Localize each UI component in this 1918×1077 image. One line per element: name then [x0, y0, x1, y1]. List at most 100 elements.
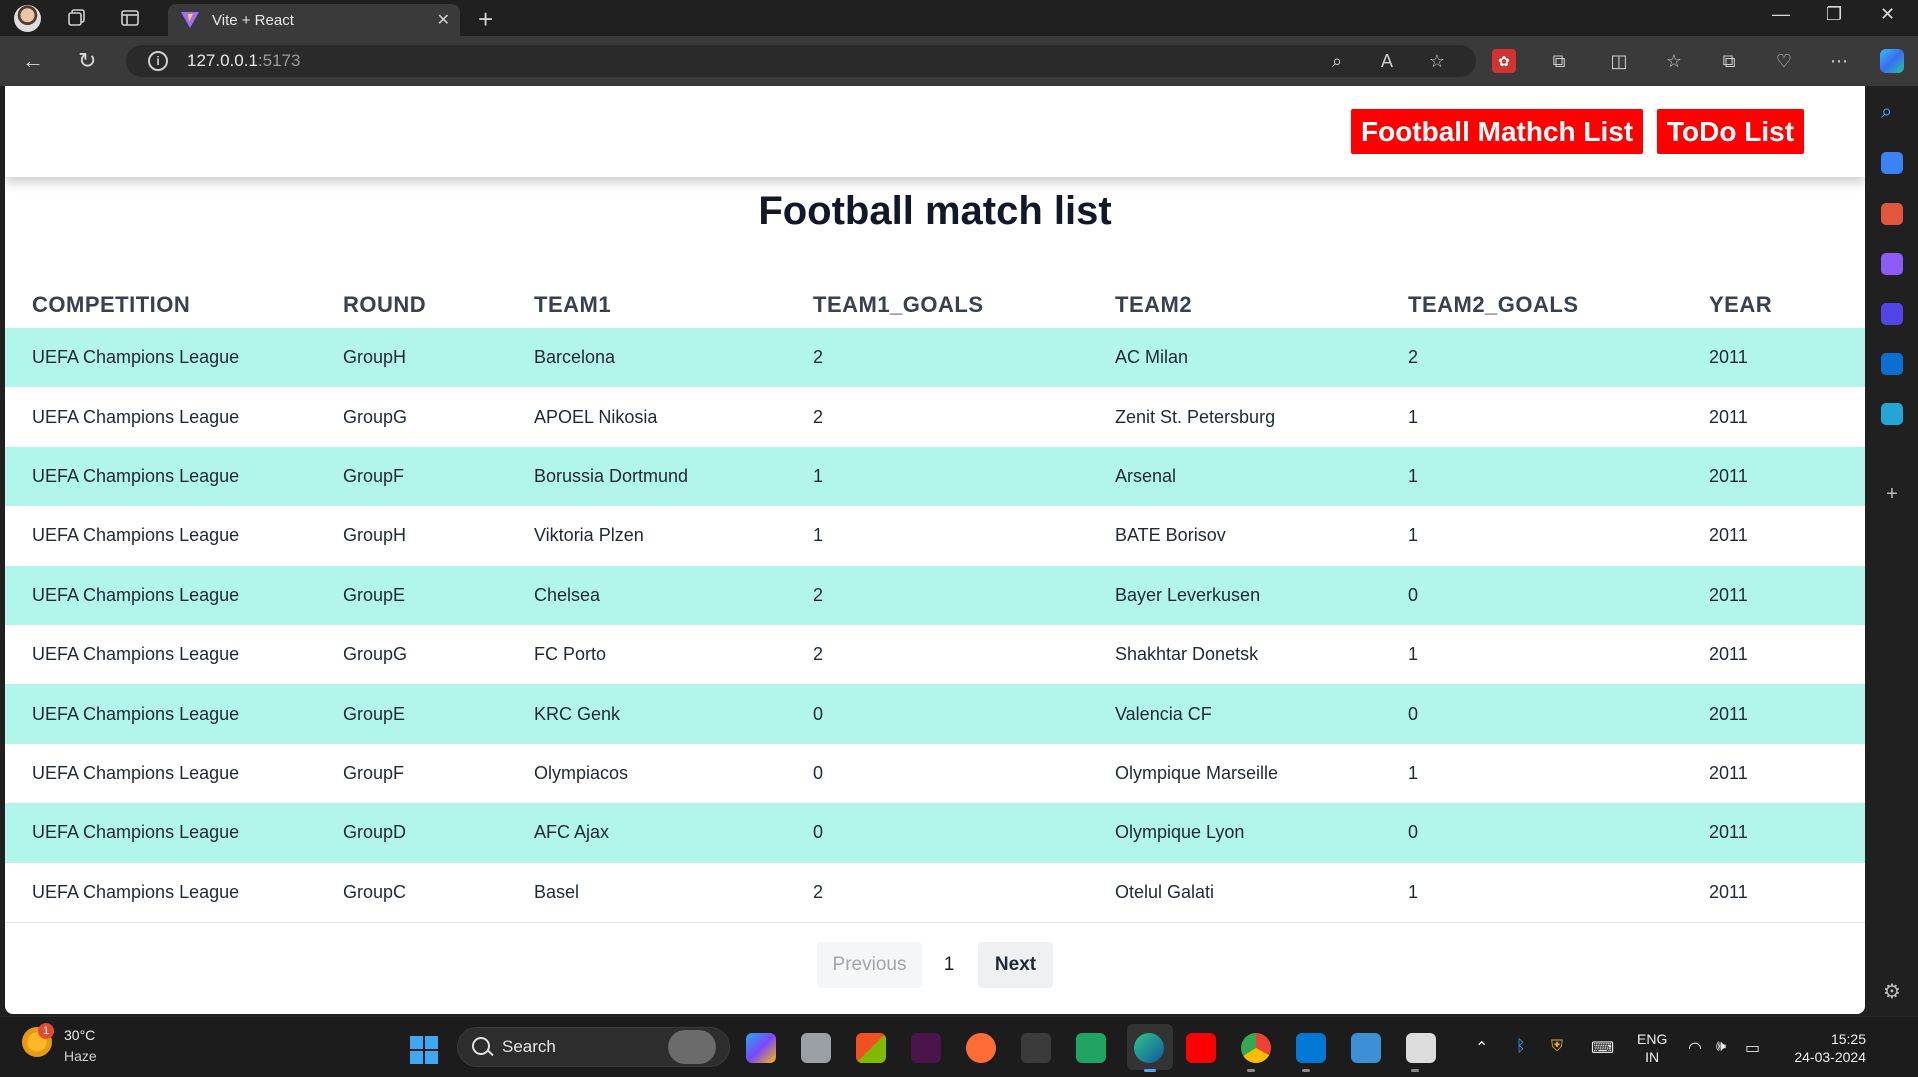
edge-icon[interactable] [1134, 1033, 1164, 1063]
cell-year: 2011 [1709, 465, 1748, 486]
favorite-star-icon[interactable]: ☆ [1425, 49, 1449, 73]
next-page-button[interactable]: Next [978, 942, 1053, 988]
close-window-icon[interactable]: ✕ [1880, 4, 1895, 25]
cell-team2-goals: 1 [1408, 525, 1419, 546]
cell-competition: UEFA Champions League [32, 703, 240, 724]
nav-todo-list[interactable]: ToDo List [1657, 109, 1805, 154]
table-divider [5, 922, 1865, 923]
cell-team2-goals: 0 [1408, 822, 1419, 843]
profile-avatar[interactable] [14, 5, 41, 32]
windows-taskbar [0, 1016, 1918, 1077]
browser-sidebar [1866, 86, 1918, 1016]
weather-temperature[interactable]: 30°C [64, 1027, 95, 1043]
vscode-icon[interactable] [1296, 1033, 1326, 1063]
start-button[interactable] [410, 1036, 438, 1064]
cell-team1-goals: 1 [813, 525, 824, 546]
cell-team1: Olympiacos [534, 762, 629, 783]
cell-team2: Arsenal [1115, 465, 1177, 486]
cell-round: GroupH [343, 525, 407, 546]
cell-team2-goals: 0 [1408, 703, 1419, 724]
cell-round: GroupF [343, 465, 405, 486]
app-h-icon[interactable] [1021, 1033, 1051, 1063]
address-field[interactable] [126, 45, 1476, 77]
cell-team2-goals: 2 [1408, 347, 1419, 368]
cell-team2: BATE Borisov [1115, 525, 1226, 546]
cell-year: 2011 [1709, 822, 1748, 843]
browser-essentials-icon[interactable]: ♡ [1772, 49, 1796, 73]
cell-year: 2011 [1709, 703, 1748, 724]
sidebar-games-icon[interactable] [1881, 253, 1903, 275]
match-table: COMPETITION ROUND TEAM1 TEAM1_GOALS TEAM… [5, 278, 1865, 922]
task-view-icon[interactable] [801, 1033, 831, 1063]
keyboard-icon[interactable]: ⌨ [1591, 1038, 1614, 1058]
sidebar-drop-icon[interactable] [1881, 403, 1903, 425]
previous-page-button[interactable]: Previous [817, 942, 922, 988]
sidebar-settings-icon[interactable]: ⚙ [1881, 979, 1903, 1003]
top-navbar: Football Mathch List ToDo List [5, 86, 1865, 177]
chrome-icon[interactable] [1241, 1033, 1271, 1063]
workspaces-icon[interactable] [65, 6, 89, 30]
browser-tab-active[interactable]: Vite + React ✕ [168, 4, 460, 36]
cell-team1-goals: 2 [813, 406, 824, 427]
copilot-icon[interactable] [1880, 49, 1904, 73]
postman-icon[interactable] [966, 1033, 996, 1063]
bluetooth-icon[interactable]: ᛒ [1516, 1038, 1526, 1056]
sidebar-tools-icon[interactable] [1881, 203, 1903, 225]
cell-competition: UEFA Champions League [32, 881, 240, 902]
cell-competition: UEFA Champions League [32, 822, 240, 843]
current-page-number[interactable]: 1 [939, 942, 959, 988]
cell-team2-goals: 0 [1408, 584, 1419, 605]
collections-icon[interactable]: ⧉ [1717, 49, 1741, 73]
close-tab-icon[interactable]: ✕ [437, 10, 450, 30]
sidebar-outlook-icon[interactable] [1881, 353, 1903, 375]
copilot-app-icon[interactable] [746, 1033, 776, 1063]
zoom-icon[interactable]: ⌕ [1325, 49, 1349, 73]
weather-description[interactable]: Haze [64, 1048, 97, 1064]
site-info-icon[interactable]: i [148, 51, 168, 71]
read-aloud-icon[interactable]: A [1375, 49, 1399, 73]
store-icon[interactable] [856, 1033, 886, 1063]
tray-overflow-icon[interactable]: ⌃ [1475, 1038, 1488, 1058]
vue-app-icon[interactable] [1076, 1033, 1106, 1063]
minimize-icon[interactable]: — [1772, 4, 1790, 25]
cell-team1-goals: 0 [813, 822, 824, 843]
more-menu-icon[interactable]: ⋯ [1827, 49, 1851, 73]
back-icon[interactable]: ← [22, 48, 44, 74]
cell-competition: UEFA Champions League [32, 347, 240, 368]
nav-football-match-list[interactable]: Football Mathch List [1351, 109, 1644, 154]
sidebar-add-icon[interactable]: + [1881, 483, 1903, 505]
cell-competition: UEFA Champions League [32, 465, 240, 486]
restore-icon[interactable]: ❐ [1826, 4, 1842, 25]
language-indicator[interactable]: ENG IN [1637, 1030, 1667, 1066]
extension-icon[interactable]: ✿ [1492, 49, 1516, 73]
cell-round: GroupG [343, 406, 408, 427]
cell-year: 2011 [1709, 525, 1748, 546]
cell-team1: FC Porto [534, 644, 607, 665]
new-tab-icon[interactable]: + [478, 4, 493, 35]
split-screen-icon[interactable]: ◫ [1607, 49, 1631, 73]
tab-actions-icon[interactable] [118, 6, 142, 30]
snipping-tool-icon[interactable] [1406, 1033, 1436, 1063]
wifi-icon[interactable]: ◠ [1688, 1038, 1702, 1058]
volume-icon[interactable]: 🕪 [1716, 1038, 1726, 1056]
weather-badge: 1 [38, 1023, 54, 1039]
sidebar-shopping-icon[interactable] [1881, 152, 1903, 174]
cell-team2: Olympique Marseille [1115, 762, 1279, 783]
cell-team1: Barcelona [534, 347, 616, 368]
url-text[interactable]: 127.0.0.1:5173 [187, 51, 300, 71]
sidebar-search-icon[interactable]: ⌕ [1881, 101, 1903, 123]
youtube-icon[interactable] [1186, 1033, 1216, 1063]
cell-team2: Valencia CF [1115, 703, 1212, 724]
favorites-icon[interactable]: ☆ [1662, 49, 1686, 73]
photos-icon[interactable] [1351, 1033, 1381, 1063]
cell-team1-goals: 2 [813, 644, 824, 665]
extensions-icon[interactable]: ⧉ [1547, 49, 1571, 73]
security-icon[interactable]: ⛨ [1551, 1038, 1563, 1056]
slack-icon[interactable] [911, 1033, 941, 1063]
table-row: UEFA Champions League GroupF Olympiacos 0 Ol… [5, 743, 1865, 804]
system-clock[interactable]: 15:25 24-03-2024 [1786, 1030, 1866, 1066]
battery-icon[interactable]: ▭ [1745, 1038, 1760, 1058]
sidebar-copilot-icon[interactable] [1881, 303, 1903, 325]
cell-competition: UEFA Champions League [32, 762, 240, 783]
refresh-icon[interactable]: ↻ [78, 48, 96, 74]
